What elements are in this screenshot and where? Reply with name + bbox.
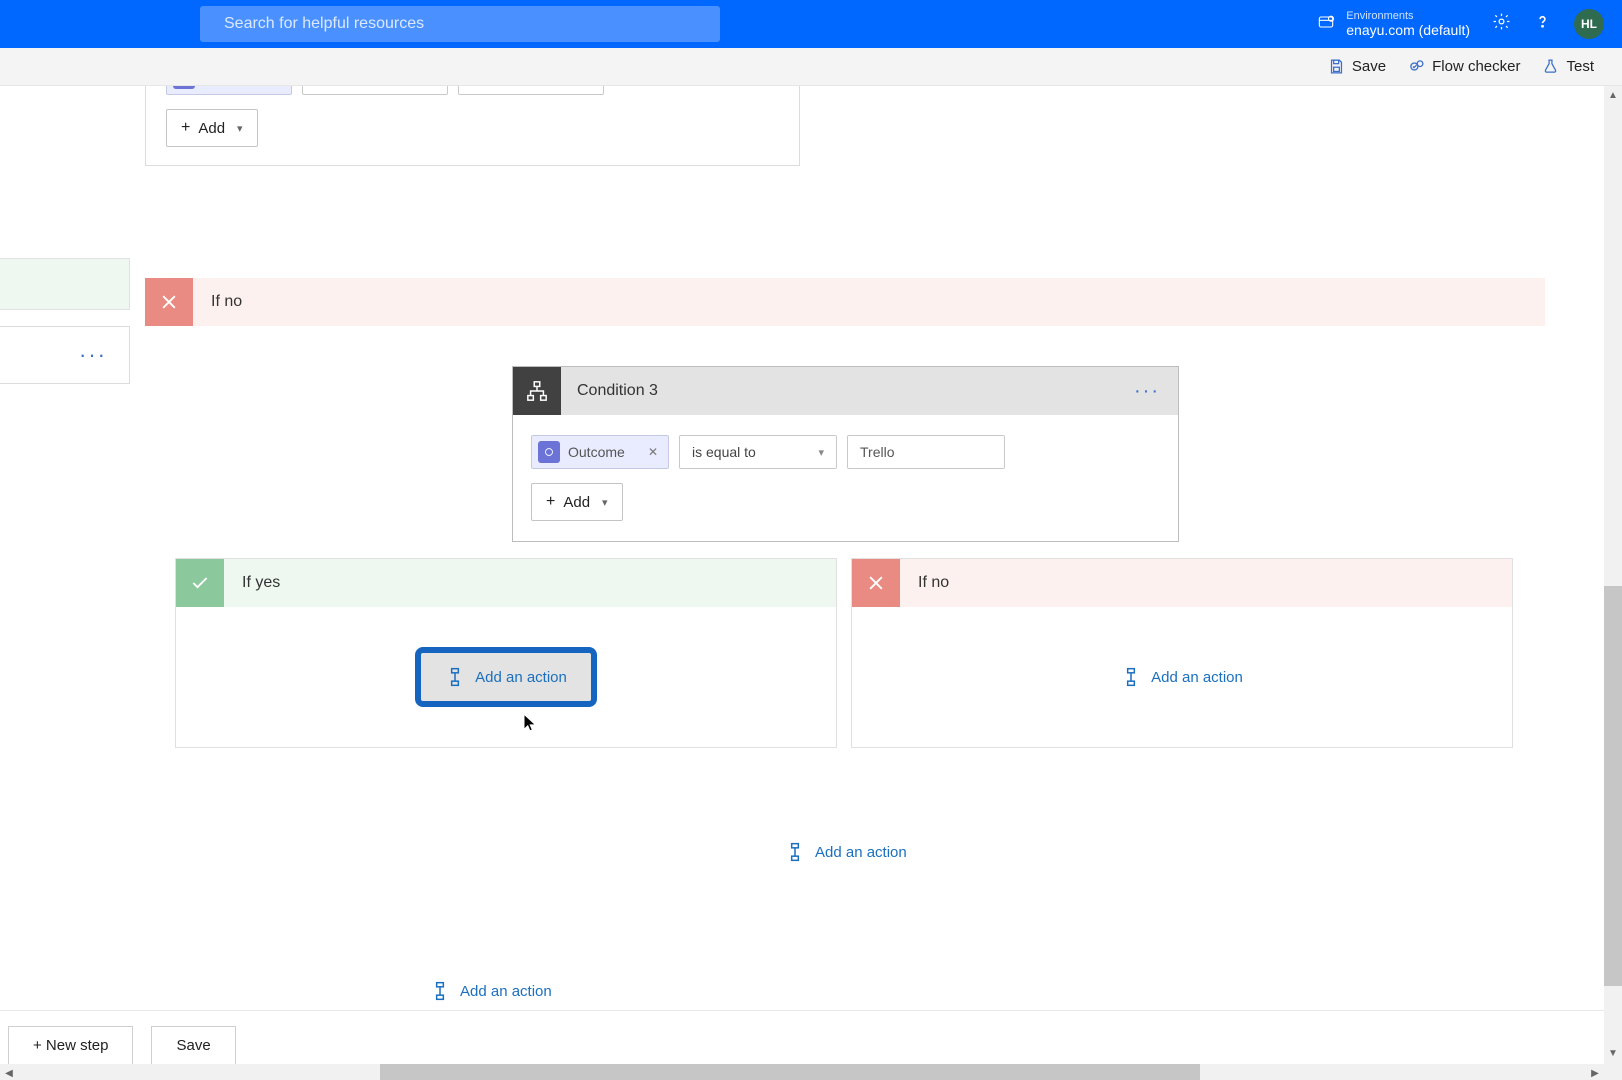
- check-icon: [176, 559, 224, 607]
- help-icon[interactable]: [1533, 12, 1552, 36]
- vertical-scrollbar[interactable]: ▲ ▼: [1604, 86, 1622, 1080]
- search-input[interactable]: [224, 15, 706, 33]
- branch-if-no-outer: If no: [145, 278, 1545, 326]
- condition-icon: [513, 367, 561, 415]
- operator-value: is equal to: [692, 444, 756, 460]
- partial-action-card[interactable]: ···: [0, 326, 130, 384]
- ellipsis-icon[interactable]: ···: [1134, 380, 1160, 403]
- environment-value: enayu.com (default): [1346, 22, 1470, 38]
- flow-checker-label: Flow checker: [1432, 58, 1520, 75]
- scroll-up-arrow-icon[interactable]: ▲: [1604, 86, 1622, 104]
- add-action-label: Add an action: [1151, 669, 1243, 686]
- partial-branch-yes: [0, 258, 130, 310]
- save-label: Save: [1352, 58, 1386, 75]
- condition-3-title: Condition 3: [577, 382, 658, 400]
- token-icon: [173, 86, 195, 89]
- ellipsis-icon[interactable]: ···: [79, 342, 107, 368]
- add-action-link-bottom[interactable]: Add an action: [430, 981, 552, 1001]
- vertical-scroll-thumb[interactable]: [1604, 586, 1622, 986]
- value-input[interactable]: Tweet: [458, 86, 604, 95]
- flow-checker-button[interactable]: Flow checker: [1408, 58, 1520, 75]
- new-step-button[interactable]: + New step: [8, 1026, 133, 1066]
- token-text: Outcome: [568, 444, 625, 460]
- x-icon: [145, 278, 193, 326]
- scroll-right-arrow-icon[interactable]: ▶: [1586, 1064, 1604, 1080]
- condition-3-header[interactable]: Condition 3 ···: [513, 367, 1178, 415]
- dynamic-token-outcome[interactable]: Outcome ✕: [531, 435, 669, 469]
- chevron-down-icon: ▾: [237, 122, 243, 135]
- horizontal-scroll-thumb[interactable]: [380, 1064, 1200, 1080]
- add-action-label: Add an action: [475, 669, 567, 686]
- operator-select[interactable]: is equal to ▾: [302, 86, 448, 95]
- dynamic-token-outcome[interactable]: Outcome ✕: [166, 86, 292, 95]
- chevron-down-icon: ▾: [818, 446, 824, 459]
- token-remove-icon[interactable]: ✕: [648, 445, 658, 459]
- add-row-label: Add: [563, 494, 590, 511]
- condition-card-partial: Outcome ✕ is equal to ▾ Tweet + Add ▾: [145, 86, 800, 166]
- branch-label: If no: [918, 574, 949, 592]
- save-button[interactable]: Save: [1328, 58, 1386, 75]
- settings-icon[interactable]: [1492, 12, 1511, 36]
- add-action-link-middle[interactable]: Add an action: [785, 842, 907, 862]
- save-bottom-button[interactable]: Save: [151, 1026, 235, 1066]
- test-label: Test: [1566, 58, 1594, 75]
- horizontal-scrollbar[interactable]: ◀ ▶: [0, 1064, 1622, 1080]
- branch-if-yes: If yes Add an action: [175, 558, 837, 748]
- chevron-down-icon: ▾: [602, 496, 608, 509]
- search-box[interactable]: [200, 6, 720, 42]
- condition-3-card: Condition 3 ··· Outcome ✕ is equal to ▾ …: [512, 366, 1179, 542]
- test-button[interactable]: Test: [1542, 58, 1594, 75]
- branch-label: If no: [211, 293, 242, 311]
- plus-icon: +: [546, 493, 555, 511]
- environment-picker[interactable]: Environments enayu.com (default): [1316, 10, 1470, 38]
- editor-toolbar: Save Flow checker Test: [0, 48, 1622, 86]
- token-icon: [538, 441, 560, 463]
- flow-canvas[interactable]: Outcome ✕ is equal to ▾ Tweet + Add ▾ ··…: [0, 86, 1622, 1080]
- add-action-button-no[interactable]: Add an action: [1121, 667, 1243, 687]
- add-row-button[interactable]: + Add ▾: [166, 109, 258, 147]
- environment-label: Environments: [1346, 10, 1470, 22]
- branch-if-no: If no Add an action: [851, 558, 1513, 748]
- x-icon: [852, 559, 900, 607]
- operator-select[interactable]: is equal to ▾: [679, 435, 837, 469]
- scroll-left-arrow-icon[interactable]: ◀: [0, 1064, 18, 1080]
- add-row-button[interactable]: + Add ▾: [531, 483, 623, 521]
- add-action-label: Add an action: [815, 844, 907, 861]
- plus-icon: +: [181, 119, 190, 137]
- environment-icon: [1316, 12, 1336, 37]
- value-text: Trello: [860, 444, 895, 460]
- add-row-label: Add: [198, 120, 225, 137]
- top-bar: Environments enayu.com (default) HL: [0, 0, 1622, 48]
- branch-label: If yes: [242, 574, 280, 592]
- user-avatar[interactable]: HL: [1574, 9, 1604, 39]
- add-action-button-yes[interactable]: Add an action: [421, 653, 591, 701]
- scroll-down-arrow-icon[interactable]: ▼: [1604, 1044, 1622, 1062]
- add-action-label: Add an action: [460, 983, 552, 1000]
- value-input[interactable]: Trello: [847, 435, 1005, 469]
